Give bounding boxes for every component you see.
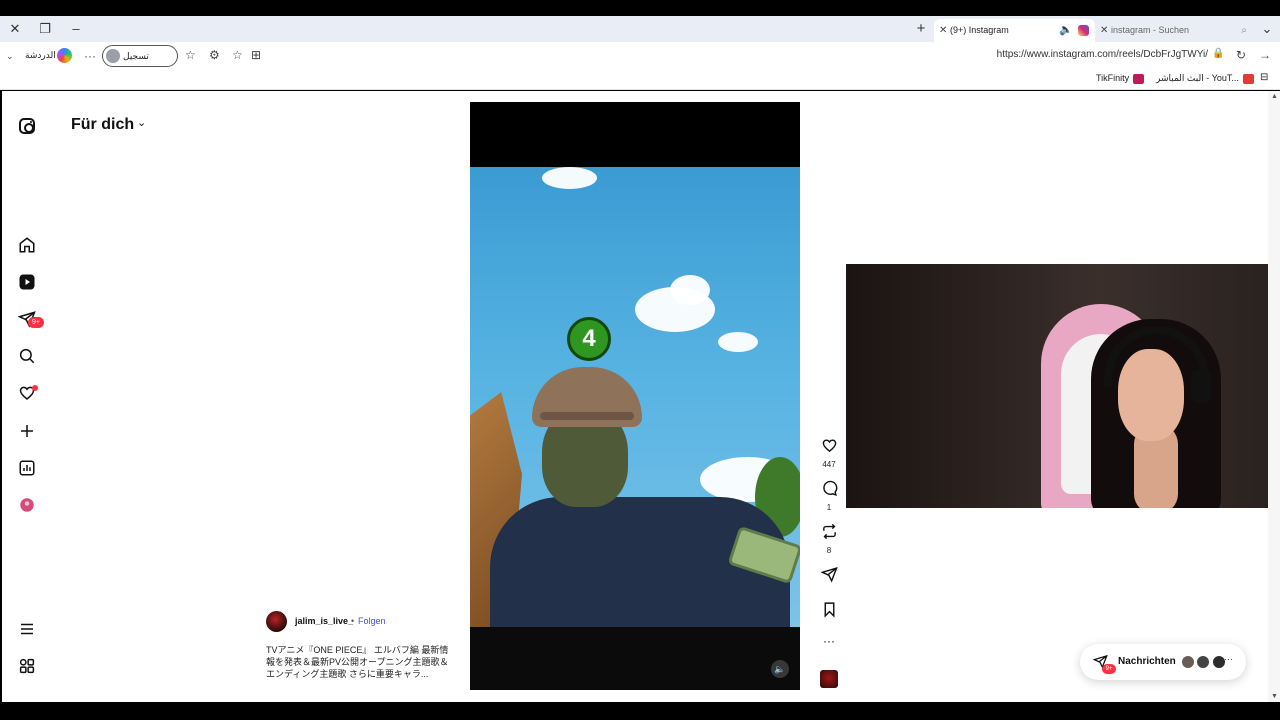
search-icon[interactable]	[16, 345, 38, 367]
bookmark-youtube-live[interactable]: البث المباشر - YouT...	[1156, 73, 1254, 84]
share-icon	[819, 567, 838, 583]
new-tab-button[interactable]: +	[909, 20, 933, 38]
tab-search[interactable]: ✕ instagram - Suchen ⌕	[1095, 19, 1255, 42]
lock-icon[interactable]: 🔒	[1212, 48, 1224, 59]
avatar	[1196, 655, 1211, 669]
author-username[interactable]: jalim_is_live_	[295, 616, 353, 626]
close-tab-icon[interactable]: ✕	[1100, 19, 1108, 42]
messages-badge: 9+	[1102, 664, 1116, 674]
more-options-icon[interactable]: ···	[1224, 654, 1233, 664]
favorites-star-icon[interactable]: ☆	[185, 48, 196, 62]
forward-icon[interactable]: →	[1259, 48, 1271, 62]
comment-count: 1	[826, 503, 832, 512]
share-button[interactable]	[818, 566, 840, 588]
reel-bottom-bar	[470, 627, 800, 690]
comment-button[interactable]: 1	[818, 480, 840, 512]
extensions-icon[interactable]: ⚙	[209, 48, 220, 62]
messages-badge: 9+	[28, 317, 44, 328]
notification-dot	[32, 385, 38, 391]
home-icon[interactable]	[16, 234, 38, 256]
instagram-page: Für dich ⌄ 9+ 4 🔈 447 1 8 ··· jalim_is_l…	[2, 91, 1268, 702]
avatar	[106, 49, 120, 63]
bookmark-icon	[824, 602, 834, 618]
repost-icon	[822, 523, 836, 540]
page-scrollbar[interactable]: ▲ ▼	[1268, 91, 1280, 702]
search-icon: ⌕	[1241, 25, 1247, 36]
messages-pill[interactable]: 9+ Nachrichten ···	[1080, 644, 1246, 680]
headphone-cup	[1191, 369, 1211, 403]
split-screen-icon[interactable]: ⊞	[251, 48, 261, 62]
chat-label[interactable]: الدردشة	[25, 50, 56, 61]
scroll-down-icon[interactable]: ▼	[1271, 693, 1278, 700]
tab-title: instagram - Suchen	[1111, 25, 1190, 35]
reading-list-icon[interactable]: ⊟	[1260, 72, 1268, 83]
reel-caption[interactable]: TVアニメ『ONE PIECE』 エルバフ編 最新情報を発表＆最新PV公開オープ…	[266, 644, 456, 680]
more-options-icon[interactable]: ···	[818, 634, 840, 648]
message-avatars	[1181, 655, 1226, 674]
window-minimize-button[interactable]: –	[64, 20, 88, 38]
tikfinity-icon	[1133, 73, 1145, 84]
reload-icon[interactable]: ↻	[1236, 48, 1246, 62]
chevron-down-icon[interactable]: ⌄	[137, 116, 146, 129]
like-button[interactable]: 447	[818, 437, 840, 469]
webcam-overlay	[846, 264, 1268, 508]
feed-title[interactable]: Für dich	[71, 116, 134, 134]
tab-instagram[interactable]: ✕ (9+) Instagram 🔈	[934, 19, 1095, 42]
messages-label: Nachrichten	[1118, 656, 1176, 667]
create-icon[interactable]	[16, 420, 38, 442]
avatar[interactable]	[266, 611, 287, 632]
login-button[interactable]: تسجيل الدخول	[102, 45, 178, 81]
youtube-icon	[1242, 73, 1254, 84]
audio-thumbnail[interactable]	[820, 670, 838, 688]
add-favorite-icon[interactable]: ☆	[232, 48, 243, 62]
tab-list-chevron-icon[interactable]: ⌄	[1255, 20, 1279, 38]
more-apps-icon[interactable]	[16, 655, 38, 677]
reel-scene: 4	[470, 167, 800, 637]
window-restore-button[interactable]: ❐	[33, 20, 57, 38]
volume-icon[interactable]: 🔈	[771, 660, 789, 678]
more-options-icon[interactable]: ···	[84, 49, 96, 63]
browser-tab-bar: ✕ ❐ – + ✕ (9+) Instagram 🔈 ✕ instagram -…	[0, 16, 1280, 42]
reel-video[interactable]: 4 🔈	[470, 102, 800, 690]
chevron-down-icon[interactable]: ⌄	[6, 51, 14, 62]
bookmark-label: البث المباشر - YouT...	[1156, 73, 1239, 83]
window-close-button[interactable]: ✕	[3, 20, 27, 38]
save-button[interactable]	[818, 601, 840, 623]
bookmark-label: TikFinity	[1096, 73, 1130, 83]
repost-button[interactable]: 8	[818, 523, 840, 555]
like-count: 447	[822, 460, 836, 469]
bookmark-tikfinity[interactable]: TikFinity	[1096, 73, 1145, 84]
overlay-number-badge: 4	[567, 317, 611, 361]
instagram-favicon-icon	[1078, 25, 1089, 36]
follow-button[interactable]: Folgen	[358, 616, 386, 626]
instagram-logo-icon[interactable]	[19, 118, 35, 134]
insights-icon[interactable]	[16, 457, 38, 479]
url-field[interactable]: https://www.instagram.com/reels/DcbFrJgT…	[997, 49, 1208, 60]
close-tab-icon[interactable]: ✕	[939, 19, 947, 42]
speaker-icon[interactable]: 🔈	[1059, 19, 1073, 42]
address-bar: ⌄ الدردشة ··· تسجيل الدخول ☆ ⚙ ☆ ⊞ https…	[0, 42, 1280, 81]
scroll-up-icon[interactable]: ▲	[1271, 93, 1278, 100]
reels-icon[interactable]	[16, 271, 38, 293]
separator-dot: •	[351, 616, 355, 626]
tab-title: (9+) Instagram	[950, 25, 1009, 35]
comment-icon	[822, 480, 837, 496]
repost-count: 8	[826, 546, 832, 555]
avatar	[1181, 655, 1195, 669]
profile-icon[interactable]	[16, 494, 38, 516]
menu-icon[interactable]	[16, 618, 38, 640]
copilot-icon[interactable]	[57, 48, 72, 63]
heart-icon	[822, 439, 836, 453]
character-helmet	[532, 367, 642, 427]
bookmarks-bar: TikFinity البث المباشر - YouT... ⊟	[0, 70, 1280, 90]
